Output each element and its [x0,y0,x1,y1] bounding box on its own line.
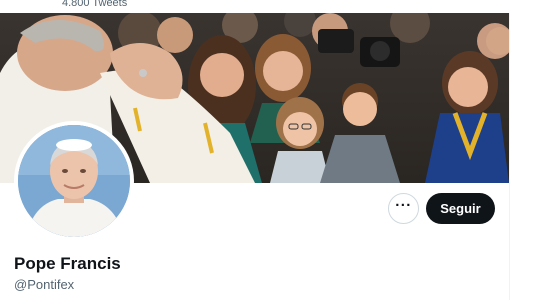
top-bar: 4.800 Tweets [0,0,510,13]
display-name: Pope Francis [14,254,121,273]
more-options-button[interactable]: ··· [388,193,419,224]
more-horizontal-icon: ··· [395,197,412,214]
follow-button[interactable]: Seguir [426,193,495,224]
username-handle: @Pontifex [14,277,75,292]
avatar[interactable] [18,125,130,237]
tweet-count: 4.800 Tweets [62,0,128,9]
avatar-ring [14,121,134,241]
profile-header: 4.800 Tweets ··· Seguir Pope Francis @Po… [0,0,510,300]
